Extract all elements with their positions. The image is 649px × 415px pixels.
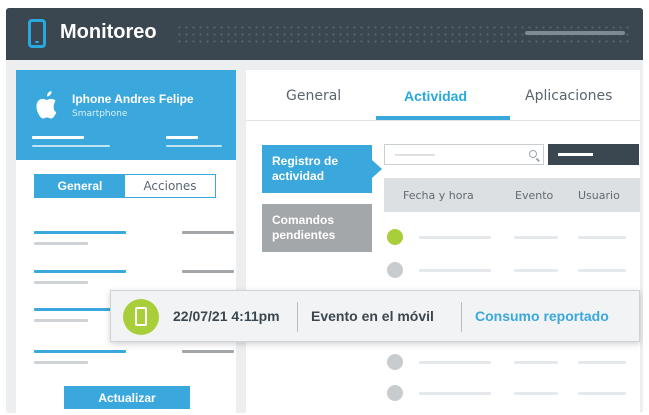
filter-button[interactable] <box>548 144 639 165</box>
divider <box>297 302 298 332</box>
comandos-pendientes-button[interactable]: Comandos pendientes <box>262 204 372 252</box>
tab-aplicaciones[interactable]: Aplicaciones <box>525 88 612 104</box>
status-dot <box>387 229 403 245</box>
notification-datetime: 22/07/21 4:11pm <box>173 308 280 324</box>
app-window: Monitoreo Iphone Andres Felipe Smartphon… <box>6 8 643 413</box>
search-placeholder <box>395 154 435 156</box>
table-cell <box>419 236 491 239</box>
tab-general-device[interactable]: General <box>35 175 125 197</box>
card-decoration <box>166 145 222 147</box>
table-cell <box>419 361 491 364</box>
card-decoration <box>32 136 84 139</box>
info-line <box>182 231 234 234</box>
table-cell <box>514 269 558 272</box>
table-cell <box>514 236 558 239</box>
app-title: Monitoreo <box>60 21 157 43</box>
activity-panel: General Actividad Aplicaciones Registro … <box>246 70 640 413</box>
info-line <box>34 270 126 273</box>
app-header: Monitoreo <box>6 8 643 60</box>
table-header: Fecha y hora Evento Usuario <box>384 178 640 212</box>
tab-actividad[interactable]: Actividad <box>404 88 467 104</box>
info-line <box>182 350 234 353</box>
card-decoration <box>166 136 198 139</box>
refresh-button[interactable]: Actualizar <box>64 386 190 409</box>
status-dot <box>387 385 403 401</box>
info-line <box>34 242 88 245</box>
search-input[interactable] <box>384 144 544 165</box>
info-line <box>34 231 126 234</box>
notification-phone-icon <box>135 307 147 326</box>
card-decoration <box>32 145 110 147</box>
main-tabs: General Actividad Aplicaciones <box>246 70 640 120</box>
column-usuario[interactable]: Usuario <box>578 189 620 202</box>
device-name: Iphone Andres Felipe <box>72 92 194 106</box>
table-cell <box>514 361 558 364</box>
device-type: Smartphone <box>72 109 128 119</box>
registro-actividad-button[interactable]: Registro de actividad <box>262 145 382 193</box>
status-dot <box>387 354 403 370</box>
device-panel: Iphone Andres Felipe Smartphone General … <box>16 70 236 413</box>
table-cell <box>419 392 491 395</box>
info-line <box>182 270 234 273</box>
info-line <box>34 361 88 364</box>
info-line <box>34 319 88 322</box>
header-decoration <box>525 31 625 35</box>
table-cell <box>514 392 558 395</box>
search-icon[interactable] <box>529 150 537 158</box>
tab-acciones[interactable]: Acciones <box>125 175 215 197</box>
notification-event: Evento en el móvil <box>311 308 434 324</box>
column-fecha-hora[interactable]: Fecha y hora <box>403 189 474 202</box>
status-dot <box>387 262 403 278</box>
phone-icon <box>28 19 46 48</box>
activity-notification[interactable]: 22/07/21 4:11pm Evento en el móvil Consu… <box>110 290 640 342</box>
table-cell <box>578 361 626 364</box>
notification-status[interactable]: Consumo reportado <box>475 308 609 324</box>
info-line <box>34 350 126 353</box>
apple-icon <box>36 91 57 119</box>
tabs-divider <box>246 120 640 121</box>
divider <box>461 302 462 332</box>
column-evento[interactable]: Evento <box>515 189 553 202</box>
info-line <box>34 281 88 284</box>
device-card[interactable]: Iphone Andres Felipe Smartphone <box>16 70 236 160</box>
table-cell <box>578 392 626 395</box>
table-cell <box>578 269 626 272</box>
table-cell <box>419 269 491 272</box>
header-pattern <box>176 24 631 46</box>
device-tabs: General Acciones <box>34 174 216 198</box>
tab-general[interactable]: General <box>286 88 341 104</box>
notification-badge <box>123 299 159 335</box>
table-cell <box>578 236 626 239</box>
